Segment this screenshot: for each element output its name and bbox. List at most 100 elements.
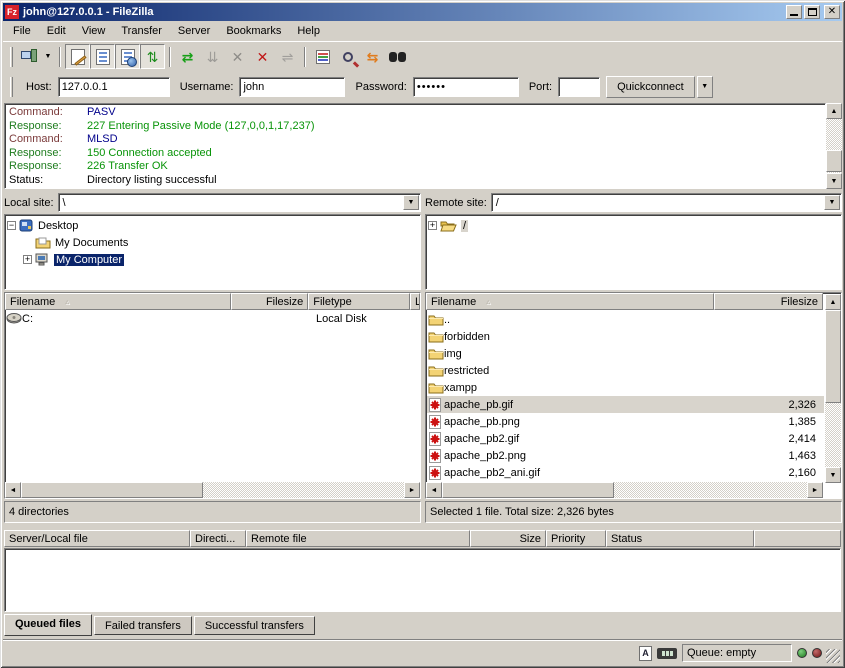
column-label: Filename [431, 296, 476, 308]
toggle-queue-button[interactable]: ⇅ [140, 44, 165, 69]
toggle-log-button[interactable] [65, 44, 90, 69]
site-manager-button[interactable] [16, 44, 41, 69]
menu-bar: File Edit View Transfer Server Bookmarks… [3, 21, 842, 41]
column-header-direction[interactable]: Directi... [190, 530, 246, 547]
filter-button[interactable] [310, 44, 335, 69]
toggle-remote-tree-button[interactable] [115, 44, 140, 69]
synchronized-browsing-button[interactable] [385, 44, 410, 69]
column-header-status[interactable]: Status [606, 530, 754, 547]
remote-file-row[interactable]: apache_pb2.png 1,463 [427, 447, 824, 464]
username-input[interactable] [239, 77, 345, 97]
log-label: Response: [9, 160, 87, 174]
scroll-down-button[interactable]: ▼ [826, 173, 842, 189]
scroll-thumb[interactable] [826, 150, 842, 172]
scroll-right-button[interactable]: ► [404, 482, 420, 498]
column-header-size[interactable]: Size [470, 530, 546, 547]
file-size: 2,326 [719, 399, 824, 411]
toolbar-separator [169, 47, 171, 67]
scroll-down-button[interactable]: ▼ [825, 467, 841, 483]
column-header-filename[interactable]: Filename ▵ [426, 293, 714, 310]
remote-vscrollbar[interactable]: ▲ ▼ [825, 294, 841, 483]
tab-failed-transfers[interactable]: Failed transfers [94, 616, 192, 635]
local-file-list: Filename ▵ Filesize Filetype L C: Local … [4, 292, 421, 499]
refresh-button[interactable]: ⇄ [175, 44, 200, 69]
tree-item-root[interactable]: + / [428, 217, 839, 234]
host-input[interactable] [58, 77, 170, 97]
scroll-thumb[interactable] [825, 310, 841, 403]
scroll-up-button[interactable]: ▲ [826, 103, 842, 119]
site-manager-dropdown[interactable]: ▼ [41, 44, 55, 69]
local-status-bar: 4 directories [4, 501, 421, 523]
sort-ascending-icon: ▵ [65, 297, 69, 306]
quickconnect-dropdown[interactable]: ▼ [697, 76, 713, 98]
close-button[interactable]: ✕ [824, 5, 840, 19]
expand-icon[interactable]: + [428, 221, 437, 230]
tree-item-desktop[interactable]: − Desktop [7, 217, 418, 234]
menu-server[interactable]: Server [170, 23, 218, 39]
column-label: Remote file [251, 533, 307, 545]
column-header-filename[interactable]: Filename ▵ [5, 293, 231, 310]
reconnect-button[interactable]: ⇌ [275, 44, 300, 69]
scroll-right-button[interactable]: ► [807, 482, 823, 498]
app-icon[interactable]: Fz [5, 5, 19, 19]
port-input[interactable] [558, 77, 600, 97]
scroll-left-button[interactable]: ◄ [5, 482, 21, 498]
column-header-filesize[interactable]: Filesize [231, 293, 308, 310]
data-type-icon: A [639, 646, 652, 661]
scroll-up-button[interactable]: ▲ [825, 294, 841, 310]
collapse-icon[interactable]: − [7, 221, 16, 230]
tab-queued-files[interactable]: Queued files [4, 614, 92, 636]
remote-file-row[interactable]: xampp [427, 379, 824, 396]
local-site-combo[interactable]: \ ▼ [58, 193, 421, 212]
remote-file-row[interactable]: apache_pb.png 1,385 [427, 413, 824, 430]
process-queue-button[interactable]: ⇊ [200, 44, 225, 69]
remote-file-row[interactable]: restricted [427, 362, 824, 379]
log-scrollbar[interactable]: ▲ ▼ [826, 103, 842, 189]
column-header-remote-file[interactable]: Remote file [246, 530, 470, 547]
menu-transfer[interactable]: Transfer [113, 23, 170, 39]
menu-bookmarks[interactable]: Bookmarks [218, 23, 289, 39]
disconnect-button[interactable]: ✕ [250, 44, 275, 69]
scroll-thumb[interactable] [442, 482, 614, 498]
scroll-left-button[interactable]: ◄ [426, 482, 442, 498]
local-hscrollbar[interactable]: ◄ ► [5, 482, 420, 498]
column-header-last-modified[interactable]: L [410, 293, 420, 310]
remote-site-combo[interactable]: / ▼ [491, 193, 842, 212]
menu-file[interactable]: File [5, 23, 39, 39]
menu-view[interactable]: View [74, 23, 114, 39]
column-header-filesize[interactable]: Filesize [714, 293, 823, 310]
remote-hscrollbar[interactable]: ◄ ► [426, 482, 823, 498]
chevron-down-icon[interactable]: ▼ [824, 195, 840, 210]
resize-grip[interactable] [826, 649, 840, 663]
column-header-server-local-file[interactable]: Server/Local file [4, 530, 190, 547]
minimize-button[interactable] [786, 5, 802, 19]
tree-item-my-computer[interactable]: + My Computer [7, 251, 418, 268]
log-text: 226 Transfer OK [87, 160, 168, 174]
tab-successful-transfers[interactable]: Successful transfers [194, 616, 315, 635]
local-file-row[interactable]: C: Local Disk [5, 310, 420, 327]
menu-edit[interactable]: Edit [39, 23, 74, 39]
search-button[interactable] [335, 44, 360, 69]
column-header-filetype[interactable]: Filetype [308, 293, 410, 310]
remote-file-row-selected[interactable]: apache_pb.gif 2,326 [427, 396, 824, 413]
tree-item-my-documents[interactable]: My Documents [7, 234, 418, 251]
maximize-button[interactable] [804, 5, 820, 19]
toggle-local-tree-button[interactable] [90, 44, 115, 69]
remote-file-row[interactable]: img [427, 345, 824, 362]
remote-file-row[interactable]: forbidden [427, 328, 824, 345]
chevron-down-icon[interactable]: ▼ [403, 195, 419, 210]
menu-help[interactable]: Help [289, 23, 328, 39]
remote-file-row[interactable]: apache_pb2_ani.gif 2,160 [427, 464, 824, 481]
remote-file-row[interactable]: apache_pb2.gif 2,414 [427, 430, 824, 447]
expand-icon[interactable]: + [23, 255, 32, 264]
column-header-priority[interactable]: Priority [546, 530, 606, 547]
cancel-button[interactable]: ✕ [225, 44, 250, 69]
status-bar: A Queue: empty [3, 640, 842, 665]
remote-file-row[interactable]: .. [427, 311, 824, 328]
compare-directories-button[interactable]: ⇆ [360, 44, 385, 69]
file-name: img [444, 348, 719, 360]
scroll-thumb[interactable] [21, 482, 203, 498]
password-input[interactable] [413, 77, 519, 97]
quickconnect-button[interactable]: Quickconnect [606, 76, 695, 98]
queue-size-text: Queue: empty [687, 647, 756, 659]
